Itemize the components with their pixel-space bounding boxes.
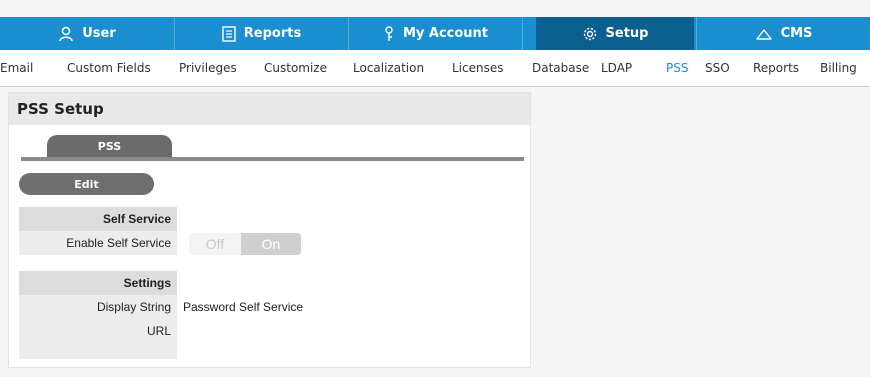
tab-user[interactable]: User	[0, 17, 174, 50]
tab-pss[interactable]: PSS	[47, 135, 172, 157]
subnav-ldap[interactable]: LDAP	[601, 61, 632, 75]
self-service-section: Self Service	[19, 207, 524, 231]
subnav-licenses[interactable]: Licenses	[452, 61, 504, 75]
edit-button[interactable]: Edit	[19, 173, 154, 195]
self-service-heading: Self Service	[19, 207, 177, 231]
display-string-row: Display String Password Self Service	[19, 295, 524, 319]
url-label: URL	[19, 319, 177, 343]
subnav-sso[interactable]: SSO	[705, 61, 730, 75]
tab-my-account-label: My Account	[402, 26, 489, 41]
tab-pss-label: PSS	[97, 139, 122, 153]
reports-icon	[222, 25, 236, 42]
subnav-reports[interactable]: Reports	[753, 61, 799, 75]
enable-self-service-toggle[interactable]: Off On	[189, 233, 301, 255]
subnav-custom-fields[interactable]: Custom Fields	[67, 61, 151, 75]
tab-my-account[interactable]: My Account	[349, 17, 522, 50]
cloud-icon	[755, 27, 773, 41]
tab-cms[interactable]: CMS	[697, 17, 870, 50]
tab-setup-label: Setup	[605, 26, 649, 41]
enable-self-service-row: Enable Self Service Off On	[19, 231, 524, 255]
user-icon	[58, 26, 74, 42]
key-icon	[383, 25, 395, 42]
tab-underline	[21, 157, 524, 161]
subnav-localization[interactable]: Localization	[353, 61, 424, 75]
subnav-privileges[interactable]: Privileges	[179, 61, 237, 75]
display-string-value: Password Self Service	[183, 300, 304, 314]
enable-self-service-label: Enable Self Service	[19, 231, 177, 255]
url-row: URL	[19, 319, 524, 343]
display-string-label: Display String	[19, 295, 177, 319]
gear-icon	[582, 26, 598, 42]
toggle-off-option[interactable]: Off	[189, 233, 241, 255]
tab-user-label: User	[82, 26, 116, 41]
tab-cms-label: CMS	[780, 26, 813, 41]
subnav-billing[interactable]: Billing	[820, 61, 857, 75]
edit-button-label: Edit	[74, 177, 99, 191]
setup-subnav: Email Custom Fields Privileges Customize…	[0, 50, 870, 87]
top-navigation: User Reports My Account Setup CMS	[0, 17, 870, 50]
tab-reports[interactable]: Reports	[175, 17, 348, 50]
subnav-customize[interactable]: Customize	[264, 61, 327, 75]
tab-setup[interactable]: Setup	[536, 17, 694, 50]
subnav-pss[interactable]: PSS	[666, 61, 688, 75]
subnav-email[interactable]: Email	[0, 61, 33, 75]
panel-header: PSS Setup	[9, 93, 530, 125]
label-column-fill	[19, 343, 177, 359]
subnav-database[interactable]: Database	[532, 61, 589, 75]
settings-section: Settings	[19, 271, 524, 295]
page-title: PSS Setup	[17, 100, 104, 118]
pss-setup-panel: PSS Setup PSS Edit Self Service Enable S…	[8, 92, 531, 368]
toggle-on-option[interactable]: On	[241, 233, 301, 255]
nav-divider	[522, 17, 523, 50]
settings-heading: Settings	[19, 271, 177, 295]
tab-reports-label: Reports	[243, 26, 302, 41]
